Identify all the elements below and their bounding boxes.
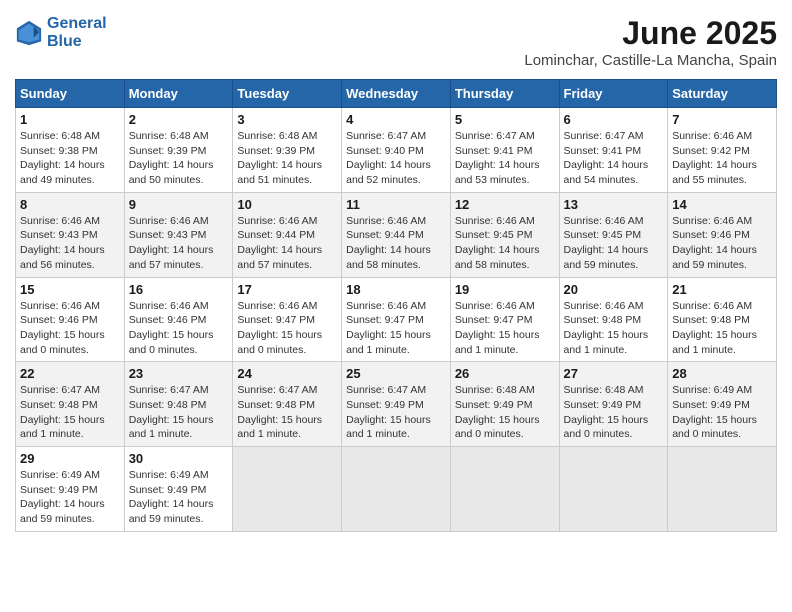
month-title: June 2025 [524, 15, 777, 52]
calendar-table: SundayMondayTuesdayWednesdayThursdayFrid… [15, 79, 777, 532]
weekday-header: Saturday [668, 80, 777, 108]
calendar-day [668, 447, 777, 532]
calendar-day: 23Sunrise: 6:47 AMSunset: 9:48 PMDayligh… [124, 362, 233, 447]
calendar-day: 28Sunrise: 6:49 AMSunset: 9:49 PMDayligh… [668, 362, 777, 447]
calendar-week-row: 15Sunrise: 6:46 AMSunset: 9:46 PMDayligh… [16, 277, 777, 362]
calendar-day: 12Sunrise: 6:46 AMSunset: 9:45 PMDayligh… [450, 192, 559, 277]
calendar-week-row: 8Sunrise: 6:46 AMSunset: 9:43 PMDaylight… [16, 192, 777, 277]
calendar-day: 1Sunrise: 6:48 AMSunset: 9:38 PMDaylight… [16, 108, 125, 193]
calendar-day: 29Sunrise: 6:49 AMSunset: 9:49 PMDayligh… [16, 447, 125, 532]
calendar-day: 7Sunrise: 6:46 AMSunset: 9:42 PMDaylight… [668, 108, 777, 193]
calendar-day [342, 447, 451, 532]
calendar-day: 25Sunrise: 6:47 AMSunset: 9:49 PMDayligh… [342, 362, 451, 447]
logo-icon [15, 19, 43, 47]
weekday-header: Friday [559, 80, 668, 108]
title-area: June 2025 Lominchar, Castille-La Mancha,… [524, 15, 777, 69]
calendar-day: 13Sunrise: 6:46 AMSunset: 9:45 PMDayligh… [559, 192, 668, 277]
calendar-day [233, 447, 342, 532]
calendar-day [450, 447, 559, 532]
calendar-day: 27Sunrise: 6:48 AMSunset: 9:49 PMDayligh… [559, 362, 668, 447]
location-subtitle: Lominchar, Castille-La Mancha, Spain [524, 52, 777, 69]
calendar-day [559, 447, 668, 532]
weekday-header: Wednesday [342, 80, 451, 108]
calendar-day: 9Sunrise: 6:46 AMSunset: 9:43 PMDaylight… [124, 192, 233, 277]
calendar-week-row: 22Sunrise: 6:47 AMSunset: 9:48 PMDayligh… [16, 362, 777, 447]
calendar-day: 22Sunrise: 6:47 AMSunset: 9:48 PMDayligh… [16, 362, 125, 447]
calendar-day: 17Sunrise: 6:46 AMSunset: 9:47 PMDayligh… [233, 277, 342, 362]
calendar-day: 10Sunrise: 6:46 AMSunset: 9:44 PMDayligh… [233, 192, 342, 277]
weekday-header: Sunday [16, 80, 125, 108]
weekday-header: Thursday [450, 80, 559, 108]
logo-text: General Blue [47, 15, 107, 50]
weekday-header: Tuesday [233, 80, 342, 108]
calendar-day: 8Sunrise: 6:46 AMSunset: 9:43 PMDaylight… [16, 192, 125, 277]
calendar-day: 5Sunrise: 6:47 AMSunset: 9:41 PMDaylight… [450, 108, 559, 193]
header: General Blue June 2025 Lominchar, Castil… [15, 15, 777, 69]
calendar-day: 11Sunrise: 6:46 AMSunset: 9:44 PMDayligh… [342, 192, 451, 277]
calendar-week-row: 29Sunrise: 6:49 AMSunset: 9:49 PMDayligh… [16, 447, 777, 532]
calendar-day: 15Sunrise: 6:46 AMSunset: 9:46 PMDayligh… [16, 277, 125, 362]
calendar-day: 20Sunrise: 6:46 AMSunset: 9:48 PMDayligh… [559, 277, 668, 362]
calendar-day: 30Sunrise: 6:49 AMSunset: 9:49 PMDayligh… [124, 447, 233, 532]
calendar-day: 4Sunrise: 6:47 AMSunset: 9:40 PMDaylight… [342, 108, 451, 193]
weekday-header: Monday [124, 80, 233, 108]
calendar-day: 16Sunrise: 6:46 AMSunset: 9:46 PMDayligh… [124, 277, 233, 362]
calendar-day: 24Sunrise: 6:47 AMSunset: 9:48 PMDayligh… [233, 362, 342, 447]
calendar-day: 26Sunrise: 6:48 AMSunset: 9:49 PMDayligh… [450, 362, 559, 447]
calendar-day: 14Sunrise: 6:46 AMSunset: 9:46 PMDayligh… [668, 192, 777, 277]
calendar-day: 18Sunrise: 6:46 AMSunset: 9:47 PMDayligh… [342, 277, 451, 362]
calendar-day: 2Sunrise: 6:48 AMSunset: 9:39 PMDaylight… [124, 108, 233, 193]
calendar-day: 6Sunrise: 6:47 AMSunset: 9:41 PMDaylight… [559, 108, 668, 193]
calendar-day: 21Sunrise: 6:46 AMSunset: 9:48 PMDayligh… [668, 277, 777, 362]
calendar-day: 19Sunrise: 6:46 AMSunset: 9:47 PMDayligh… [450, 277, 559, 362]
logo: General Blue [15, 15, 107, 50]
calendar-day: 3Sunrise: 6:48 AMSunset: 9:39 PMDaylight… [233, 108, 342, 193]
calendar-week-row: 1Sunrise: 6:48 AMSunset: 9:38 PMDaylight… [16, 108, 777, 193]
calendar-header-row: SundayMondayTuesdayWednesdayThursdayFrid… [16, 80, 777, 108]
